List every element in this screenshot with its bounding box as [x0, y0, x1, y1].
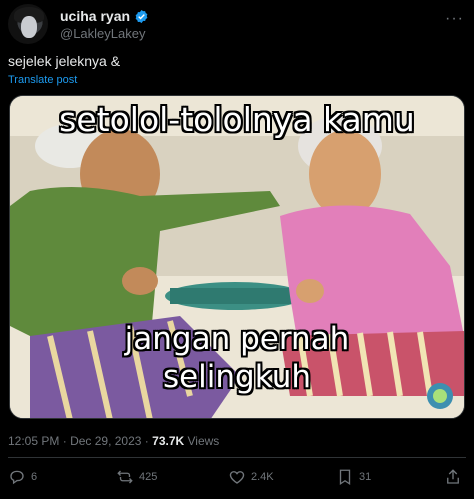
post-header: uciha ryan @LakleyLakey ···	[8, 4, 466, 44]
meme-caption-bottom-line2: selingkuh	[162, 359, 312, 395]
author-handle[interactable]: @LakleyLakey	[60, 26, 145, 41]
post-time[interactable]: 12:05 PM	[8, 434, 59, 448]
verified-badge-icon	[135, 9, 148, 23]
reply-icon	[10, 470, 24, 485]
share-button[interactable]	[444, 468, 462, 486]
post-image[interactable]: setolol-tololnya kamu jangan pernah seli…	[9, 95, 465, 419]
meme-caption-bottom-line1: jangan pernah	[124, 321, 350, 357]
share-icon	[447, 469, 459, 484]
meme-caption-top: setolol-tololnya kamu	[59, 100, 415, 139]
repost-button[interactable]: 425	[116, 468, 157, 486]
like-button[interactable]: 2.4K	[228, 468, 274, 486]
meta-separator: ·	[144, 434, 149, 448]
repost-count: 425	[139, 471, 158, 483]
divider	[8, 457, 466, 458]
views-count: 73.7K	[152, 434, 185, 448]
post-meta: 12:05 PM · Dec 29, 2023 · 73.7K Views	[8, 434, 219, 448]
bookmark-count: 31	[359, 471, 372, 483]
bookmark-icon	[339, 469, 351, 486]
action-bar: 6 425 2.4K 31	[8, 468, 466, 492]
avatar[interactable]	[8, 4, 48, 44]
more-options-icon[interactable]: ···	[445, 10, 464, 28]
like-count: 2.4K	[251, 471, 274, 483]
post-date[interactable]: Dec 29, 2023	[70, 434, 141, 448]
meme-caption-bottom: jangan pernah selingkuh	[10, 320, 464, 396]
post-text: sejelek jeleknya &	[8, 53, 121, 69]
repost-icon	[117, 470, 133, 484]
views-label: Views	[187, 434, 220, 448]
bookmark-button[interactable]: 31	[336, 468, 371, 486]
heart-icon	[229, 471, 245, 484]
reply-button[interactable]: 6	[8, 468, 37, 486]
author-name-row[interactable]: uciha ryan	[60, 8, 149, 24]
author-name[interactable]: uciha ryan	[60, 8, 130, 24]
translate-post-link[interactable]: Translate post	[8, 74, 77, 86]
reply-count: 6	[31, 471, 38, 483]
meta-separator: ·	[62, 434, 67, 448]
